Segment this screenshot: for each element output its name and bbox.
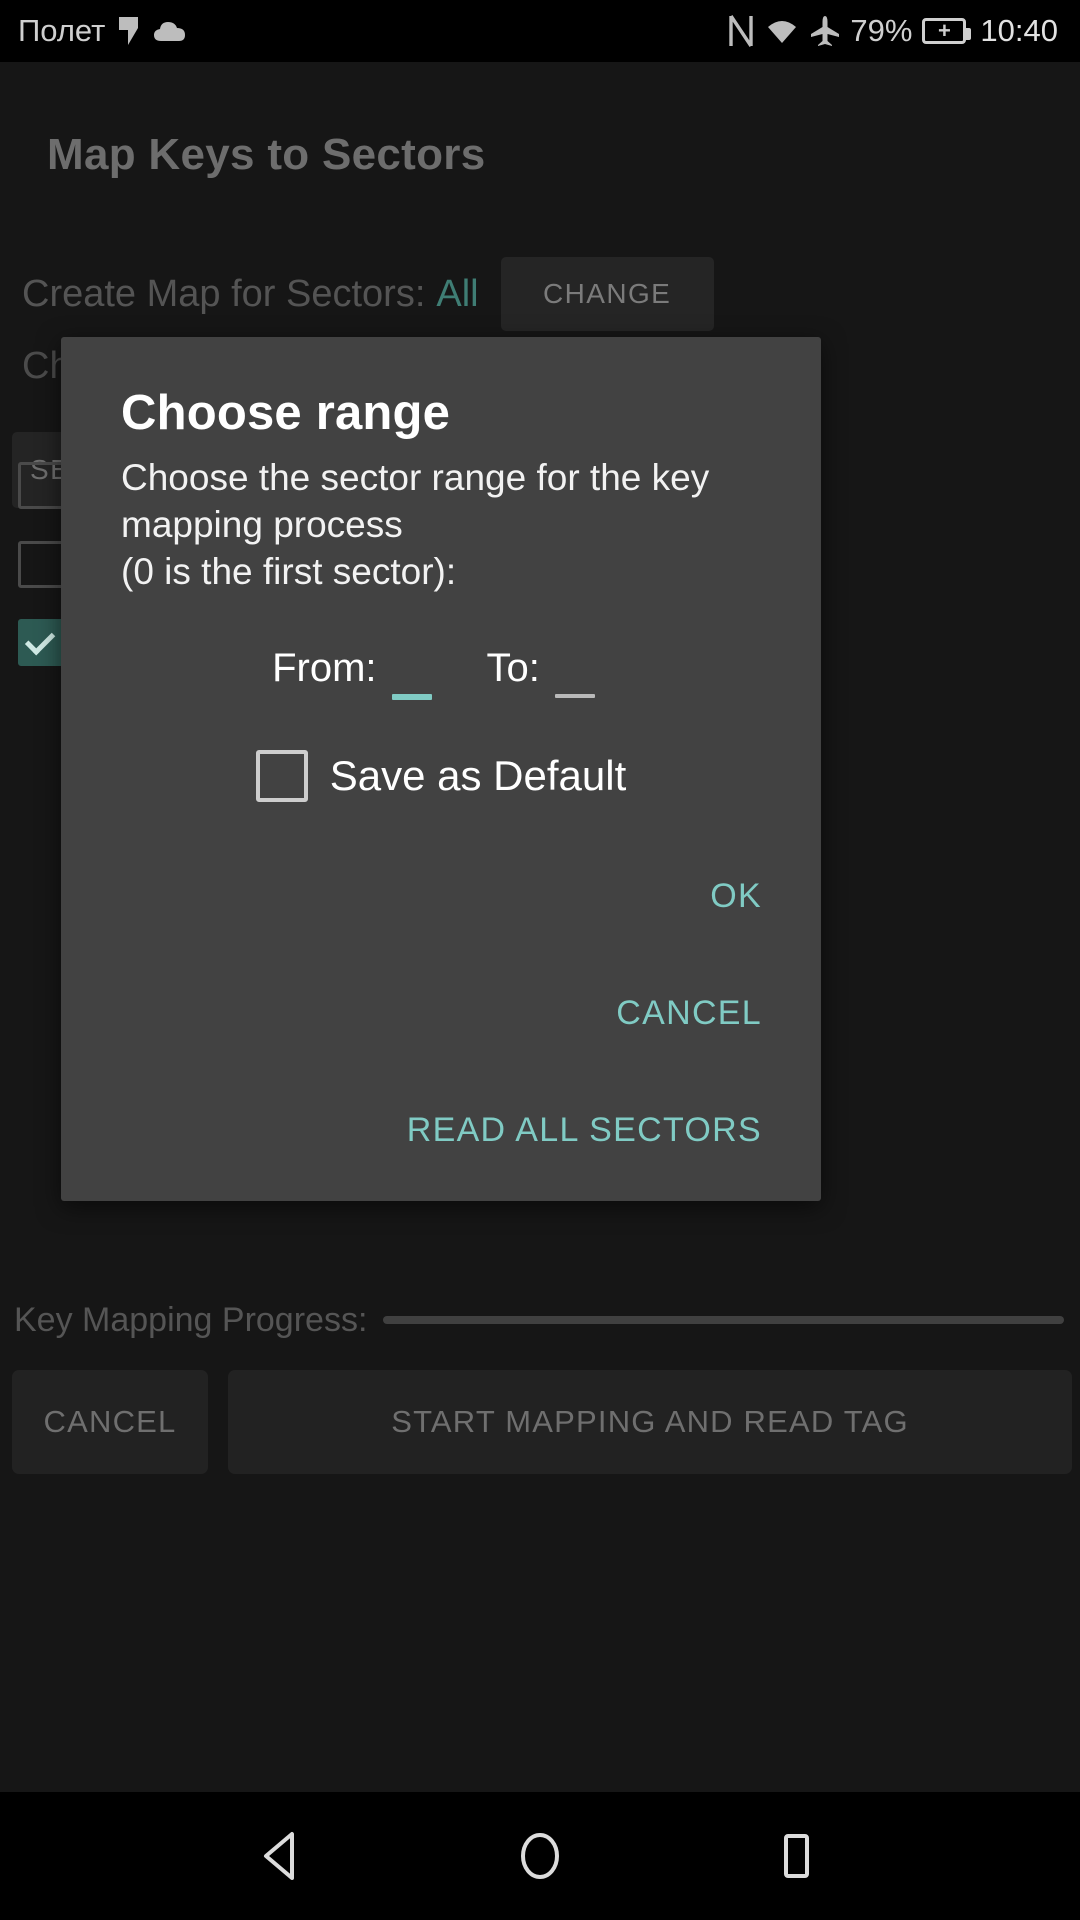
dialog-cancel-button[interactable]: CANCEL [616,994,762,1033]
save-as-default-row[interactable]: Save as Default [61,745,821,807]
nfc-icon [729,15,754,47]
clock-label: 10:40 [980,13,1058,48]
to-field-group: To: [487,642,610,698]
progress-label: Key Mapping Progress: [14,1300,368,1339]
carrier-label: Полет [18,13,106,48]
save-as-default-checkbox[interactable] [255,750,308,802]
from-input-underline [391,694,432,700]
location-icon [119,17,139,45]
key-file-checkbox-3[interactable] [18,619,65,666]
choose-range-dialog: Choose range Choose the sector range for… [61,337,821,1201]
to-input[interactable] [551,642,610,694]
from-label: From: [272,646,377,690]
recents-icon[interactable] [748,1808,844,1904]
from-field-group: From: [272,642,447,700]
battery-charging-icon: + [922,18,972,44]
home-icon[interactable] [492,1808,588,1904]
start-mapping-button[interactable]: START MAPPING AND READ TAG [228,1370,1072,1474]
cancel-button[interactable]: CANCEL [12,1370,208,1474]
cloud-icon [154,22,186,41]
bottom-button-row: CANCEL START MAPPING AND READ TAG [12,1370,1072,1474]
status-bar-right: 79% + 10:40 [728,0,1058,62]
airplane-icon [811,16,840,46]
dialog-message: Choose the sector range for the key mapp… [121,457,710,592]
from-input[interactable] [388,642,447,694]
ok-button[interactable]: OK [710,877,762,916]
to-label: To: [486,646,540,690]
create-map-label: Create Map for Sectors: [22,272,426,315]
sectors-value: All [436,272,479,315]
status-bar-left: Полет [18,0,187,62]
phone-screen: Полет 79% + 10:40 Map Keys to Sectors Cr… [0,0,1080,1920]
sectors-row: Create Map for Sectors: All CHANGE [22,255,1022,333]
key-file-checkbox-2[interactable] [18,541,65,588]
battery-percent-label: 79% [850,13,913,48]
save-as-default-label: Save as Default [329,752,627,799]
progress-row: Key Mapping Progress: [14,1292,1064,1348]
range-inputs-row: From: To: [61,642,821,722]
to-input-underline [554,694,595,698]
back-icon[interactable] [236,1808,332,1904]
dialog-title: Choose range [121,386,451,440]
key-file-checkbox-1[interactable] [18,462,65,509]
read-all-sectors-button[interactable]: READ ALL SECTORS [407,1111,762,1150]
change-button[interactable]: CHANGE [500,257,714,331]
progress-bar [383,1316,1064,1324]
wifi-icon [768,21,797,43]
page-title: Map Keys to Sectors [47,130,486,179]
status-bar: Полет 79% + 10:40 [0,0,1080,62]
navigation-bar [0,1792,1080,1920]
